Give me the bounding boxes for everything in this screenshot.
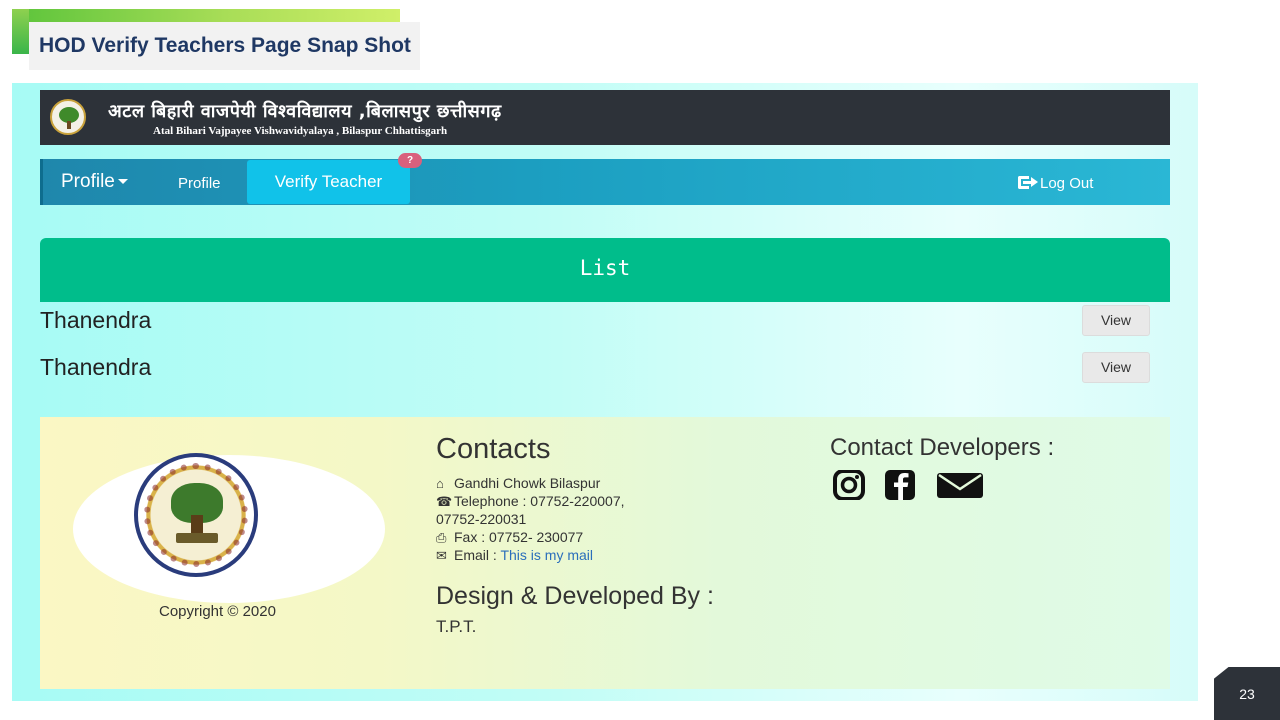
profile-dropdown-label: Profile: [61, 171, 115, 192]
profile-dropdown[interactable]: Profile: [61, 171, 128, 193]
contact-developers-title: Contact Developers :: [830, 434, 1055, 461]
title-accent-left: [12, 9, 29, 54]
slide-page-number: 23: [1214, 667, 1280, 720]
design-developed-title: Design & Developed By :: [436, 582, 714, 610]
slide-title: HOD Verify Teachers Page Snap Shot: [29, 22, 420, 70]
university-name-hindi: अटल बिहारी वाजपेयी विश्वविद्यालय ,बिलासप…: [108, 101, 502, 122]
email-link[interactable]: This is my mail: [500, 547, 593, 563]
sign-out-icon: [1018, 176, 1038, 189]
university-header: अटल बिहारी वाजपेयी विश्वविद्यालय ,बिलासप…: [40, 90, 1170, 145]
nav-link-verify-teacher[interactable]: Verify Teacher: [247, 160, 410, 204]
logout-button[interactable]: Log Out: [1018, 175, 1093, 192]
contact-address: ⌂ Gandhi Chowk Bilaspur: [436, 475, 601, 491]
home-icon: ⌂: [436, 476, 444, 491]
presentation-slide: HOD Verify Teachers Page Snap Shot अटल ब…: [0, 0, 1280, 720]
contact-telephone-2: 07752-220031: [436, 511, 527, 527]
nav-link-profile[interactable]: Profile: [178, 175, 221, 192]
notification-badge: ?: [398, 153, 422, 168]
list-header: List: [40, 238, 1170, 302]
university-name-english: Atal Bihari Vajpayee Vishwavidyalaya , B…: [153, 125, 448, 137]
view-button[interactable]: View: [1082, 305, 1150, 336]
list-item: Thanendra View: [40, 352, 1150, 386]
envelope-icon: ✉: [436, 548, 447, 563]
contact-fax: ⎙ Fax : 07752- 230077: [436, 529, 584, 545]
teacher-name: Thanendra: [40, 307, 152, 333]
main-navbar: Profile Profile Verify Teacher ? Log Out: [40, 153, 1170, 205]
facebook-icon[interactable]: [883, 470, 923, 500]
copyright-text: Copyright © 2020: [159, 603, 276, 620]
fax-icon: ⎙: [436, 530, 447, 545]
app-screenshot: अटल बिहारी वाजपेयी विश्वविद्यालय ,बिलासप…: [12, 83, 1198, 701]
contacts-title: Contacts: [436, 433, 551, 465]
list-item: Thanendra View: [40, 305, 1150, 339]
caret-down-icon: [117, 179, 128, 185]
design-developed-name: T.P.T.: [436, 617, 477, 636]
university-emblem-icon: [134, 453, 258, 577]
page-footer: Copyright © 2020 Contacts ⌂ Gandhi Chowk …: [40, 417, 1170, 689]
instagram-icon[interactable]: [830, 470, 870, 500]
phone-icon: ☎: [436, 494, 453, 509]
teacher-name: Thanendra: [40, 354, 152, 380]
contact-email: ✉ Email : This is my mail: [436, 547, 593, 563]
university-logo-icon[interactable]: [50, 99, 86, 135]
envelope-icon[interactable]: [936, 470, 984, 500]
contact-telephone: ☎ Telephone : 07752-220007,: [436, 493, 625, 509]
view-button[interactable]: View: [1082, 352, 1150, 383]
logout-label: Log Out: [1040, 175, 1094, 192]
title-accent-bar: [12, 9, 400, 23]
